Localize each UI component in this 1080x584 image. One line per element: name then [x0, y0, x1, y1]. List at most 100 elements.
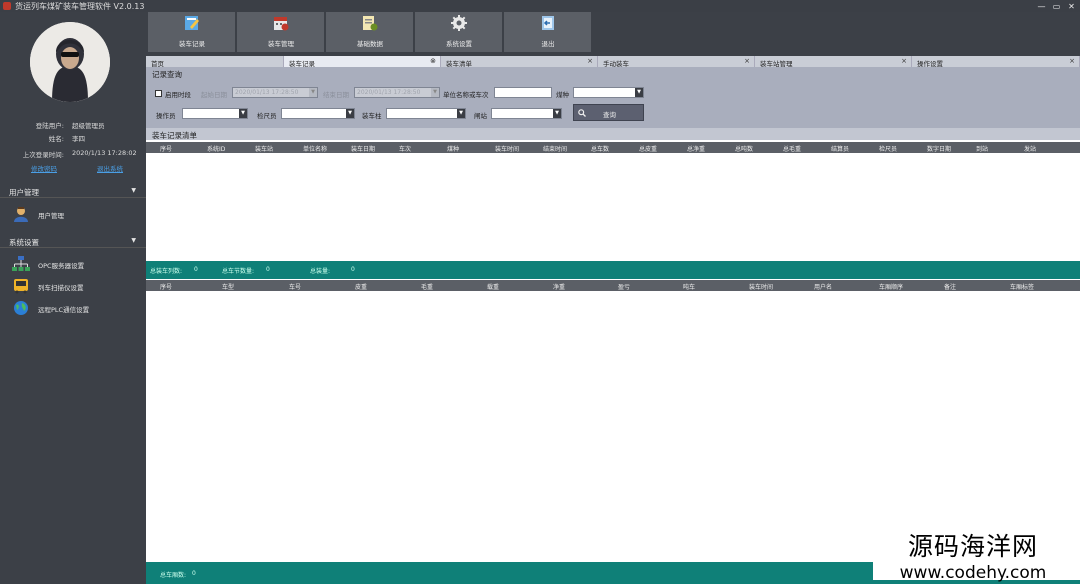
gate-select[interactable]: ▼	[491, 108, 562, 119]
inspector-select[interactable]: ▼	[281, 108, 355, 119]
column-header[interactable]: 序号	[160, 144, 172, 153]
column-header[interactable]: 总车数	[591, 144, 609, 153]
column-header[interactable]: 盈亏	[618, 282, 630, 291]
unit-input[interactable]	[494, 87, 552, 98]
column-header[interactable]: 车厢顺序	[879, 282, 903, 291]
column-header[interactable]: 车型	[222, 282, 234, 291]
column-header[interactable]: 车号	[289, 282, 301, 291]
network-icon	[12, 256, 30, 272]
close-tab-icon[interactable]: ×	[1069, 57, 1075, 65]
title-bar: 货运列车煤矿装车管理软件 V2.0.13 — ▭ ✕	[0, 0, 1080, 12]
base-data-button[interactable]: 基础数据	[326, 12, 414, 52]
sidebar-item-train-scanner[interactable]: 列车扫描仪设置	[0, 276, 146, 296]
column-header[interactable]: 系统ID	[207, 144, 225, 153]
last-login-value: 2020/1/13 17:28:02	[72, 149, 137, 157]
exit-button-label: 退出	[541, 40, 555, 48]
maximize-button[interactable]: ▭	[1052, 2, 1061, 11]
record-list-title: 装车记录清单	[152, 131, 197, 140]
logout-link[interactable]: 退出系统	[97, 163, 123, 173]
column-header[interactable]: 单位名称	[303, 144, 327, 153]
record-icon	[184, 15, 200, 31]
close-tab-icon[interactable]: ×	[901, 57, 907, 65]
detail-grid-header: 序号 车型 车号 皮重 毛重 载重 净重 盈亏 吨车 装车时间 用户名 车厢顺序 备注 车厢标签	[146, 280, 1080, 291]
start-date-field[interactable]: 2020/01/13 17:28:50 ▼	[232, 87, 318, 98]
sidebar-item-label: OPC服务器设置	[38, 262, 85, 270]
query-button[interactable]: 查询	[573, 104, 644, 121]
column-header[interactable]: 装车时间	[495, 144, 519, 153]
start-date-value: 2020/01/13 17:28:50	[235, 89, 299, 96]
coal-select[interactable]: ▼	[573, 87, 644, 98]
globe-icon	[12, 300, 30, 316]
column-header[interactable]: 总吨数	[735, 144, 753, 153]
column-header[interactable]: 到站	[976, 144, 988, 153]
change-password-link[interactable]: 修改密码	[31, 163, 57, 173]
exit-button[interactable]: 退出	[504, 12, 592, 52]
sidebar-item-label: 远程PLC通信设置	[38, 306, 90, 314]
chevron-down-icon: ▼	[457, 109, 465, 118]
column-header[interactable]: 吨车	[683, 282, 695, 291]
close-tab-icon[interactable]: ×	[587, 57, 593, 65]
column-header[interactable]: 发站	[1024, 144, 1036, 153]
login-user-label: 登陆用户:	[35, 122, 64, 130]
tab-loading-list[interactable]: 装车清单 ×	[441, 56, 598, 68]
minimize-button[interactable]: —	[1037, 2, 1046, 11]
inspector-label: 检尺员	[257, 112, 277, 120]
column-header[interactable]: 备注	[944, 282, 956, 291]
end-date-value: 2020/01/13 17:28:50	[357, 89, 421, 96]
operator-select[interactable]: ▼	[182, 108, 248, 119]
column-header[interactable]: 煤种	[447, 144, 459, 153]
sidebar-item-user-management[interactable]: 用户管理	[0, 204, 146, 224]
end-date-field[interactable]: 2020/01/13 17:28:50 ▼	[354, 87, 440, 98]
column-header[interactable]: 载重	[487, 282, 499, 291]
column-header[interactable]: 皮重	[355, 282, 367, 291]
loading-management-button[interactable]: 装车管理	[237, 12, 325, 52]
enable-time-checkbox[interactable]	[155, 90, 162, 97]
close-tab-icon[interactable]: ⊗	[430, 57, 436, 65]
column-header[interactable]: 总净重	[687, 144, 705, 153]
column-header[interactable]: 净重	[553, 282, 565, 291]
detail-grid-body[interactable]	[146, 291, 1080, 561]
settings-button[interactable]: 系统设置	[415, 12, 503, 52]
caret-down-icon: ▼	[131, 187, 136, 194]
section-user-management[interactable]: 用户管理 ▼	[0, 184, 146, 198]
column-header[interactable]: 结算员	[831, 144, 849, 153]
column-header[interactable]: 毛重	[421, 282, 433, 291]
column-header[interactable]: 结束时间	[543, 144, 567, 153]
gate-label: 闸站	[474, 112, 487, 120]
column-header[interactable]: 检尺员	[879, 144, 897, 153]
tab-station-management[interactable]: 装车站管理 ×	[755, 56, 912, 68]
column-header[interactable]: 总皮重	[639, 144, 657, 153]
close-button[interactable]: ✕	[1067, 2, 1076, 11]
sidebar-item-opc-server[interactable]: OPC服务器设置	[0, 254, 146, 274]
calendar-icon	[273, 15, 289, 31]
column-header[interactable]: 车厢标签	[1010, 282, 1034, 291]
tab-manual-loading[interactable]: 手动装车 ×	[598, 56, 755, 68]
column-header[interactable]: 序号	[160, 282, 172, 291]
tab-strip: 首页 装车记录 ⊗ 装车清单 × 手动装车 × 装车站管理 × 操作设置 ×	[146, 56, 1080, 68]
section-system-settings[interactable]: 系统设置 ▼	[0, 234, 146, 248]
column-header[interactable]: 装车站	[255, 144, 273, 153]
search-icon	[578, 109, 586, 117]
column-header[interactable]: 装车时间	[749, 282, 773, 291]
station-select[interactable]: ▼	[386, 108, 466, 119]
window-title: 货运列车煤矿装车管理软件 V2.0.13	[15, 2, 145, 11]
last-login-label: 上次登录时间:	[22, 151, 64, 159]
record-grid-body[interactable]	[146, 153, 1080, 261]
tab-operation-settings[interactable]: 操作设置 ×	[912, 56, 1080, 68]
gear-icon	[451, 15, 467, 31]
record-button[interactable]: 装车记录	[148, 12, 236, 52]
close-tab-icon[interactable]: ×	[744, 57, 750, 65]
coal-label: 煤种	[556, 91, 569, 99]
tab-home[interactable]: 首页	[146, 56, 284, 68]
end-date-label: 结束日期	[323, 91, 349, 99]
column-header[interactable]: 用户名	[814, 282, 832, 291]
sidebar-item-remote-plc[interactable]: 远程PLC通信设置	[0, 298, 146, 318]
watermark-line1: 源码海洋网	[907, 532, 1038, 561]
name-label: 姓名:	[48, 135, 64, 143]
column-header[interactable]: 装车日期	[351, 144, 375, 153]
column-header[interactable]: 车次	[399, 144, 411, 153]
tab-loading-records[interactable]: 装车记录 ⊗	[284, 56, 441, 68]
start-date-label: 起始日期	[201, 91, 227, 99]
column-header[interactable]: 数字日期	[927, 144, 951, 153]
column-header[interactable]: 总毛重	[783, 144, 801, 153]
